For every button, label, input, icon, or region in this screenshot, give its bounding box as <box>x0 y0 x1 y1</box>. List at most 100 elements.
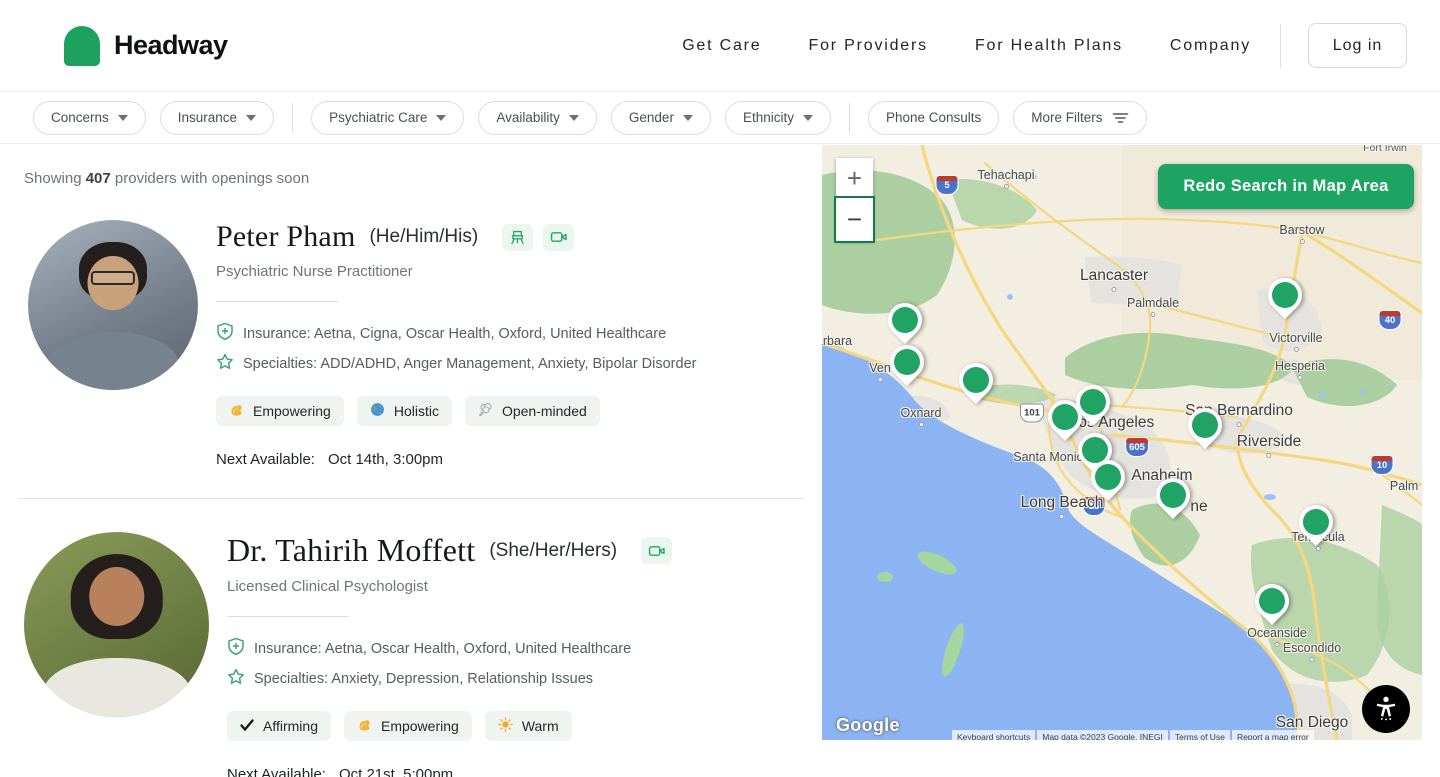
map-label-barstow: Barstow <box>1279 223 1324 237</box>
provider-card-peter-pham[interactable]: Peter Pham (He/Him/His) Psychiatric Nurse … <box>24 220 822 468</box>
results-count-suffix: providers with openings soon <box>115 170 309 187</box>
interstate-shield-10: 10 <box>1371 455 1394 475</box>
provider-name[interactable]: Peter Pham <box>216 220 355 254</box>
nav-for-health-plans[interactable]: For Health Plans <box>975 37 1123 55</box>
google-logo[interactable]: Google <box>836 715 900 736</box>
badge-label: Holistic <box>394 403 439 419</box>
provider-results: Showing 407 providers with openings soon… <box>0 144 822 777</box>
specialties-row: Specialties: Anxiety, Depression, Relati… <box>227 668 672 690</box>
globe-icon <box>370 402 385 420</box>
brand[interactable]: Headway <box>64 26 228 66</box>
map-label-victorville: Victorville <box>1269 331 1322 345</box>
map-label-long-beach: Long Beach <box>1021 494 1104 512</box>
next-available-time: Oct 14th, 3:00pm <box>328 451 443 468</box>
specialties-text: Specialties: ADD/ADHD, Anger Management,… <box>243 356 696 372</box>
provider-photo[interactable] <box>28 220 198 390</box>
brand-name: Headway <box>114 30 228 61</box>
badge-holistic: Holistic <box>357 396 452 426</box>
attribution-map-data-2023-google-inegi[interactable]: Map data ©2023 Google, INEGI <box>1037 730 1168 740</box>
filter-group-divider <box>292 103 293 133</box>
town-dot <box>1298 375 1303 380</box>
map-attribution: Keyboard shortcutsMap data ©2023 Google,… <box>952 730 1422 740</box>
attribution-report-a-map-error[interactable]: Report a map error <box>1232 730 1314 740</box>
caret-down-icon <box>118 115 128 121</box>
accessibility-icon <box>1372 694 1400 725</box>
caret-down-icon <box>246 115 256 121</box>
caret-down-icon <box>803 115 813 121</box>
next-available-label: Next Available: <box>227 766 326 777</box>
chair-icon[interactable] <box>502 224 533 251</box>
redo-search-button[interactable]: Redo Search in Map Area <box>1158 164 1414 209</box>
town-dot <box>1300 239 1305 244</box>
filter-ethnicity[interactable]: Ethnicity <box>725 101 831 135</box>
caret-down-icon <box>436 115 446 121</box>
filter-phone-consults[interactable]: Phone Consults <box>868 101 999 135</box>
provider-card-dr-tahirih-moffett[interactable]: Dr. Tahirih Moffett(She/Her/Hers)License… <box>24 532 822 777</box>
session-type-chips <box>641 537 672 564</box>
badge-affirming: Affirming <box>227 711 331 741</box>
next-available-label: Next Available: <box>216 451 315 468</box>
map-label-riverside: Riverside <box>1237 433 1302 451</box>
next-available-time: Oct 21st, 5:00pm <box>339 766 453 777</box>
provider-list: Peter Pham (He/Him/His) Psychiatric Nurse … <box>24 220 822 777</box>
filter-bar: Concerns Insurance Psychiatric Care Availab… <box>0 92 1440 144</box>
badge-label: Open-minded <box>502 403 587 419</box>
filter-label: Phone Consults <box>886 110 981 125</box>
zoom-in-button[interactable]: + <box>836 158 873 198</box>
town-dot <box>1316 546 1321 551</box>
nav-get-care[interactable]: Get Care <box>682 37 761 55</box>
provider-pronouns: (He/Him/His) <box>369 226 478 248</box>
thought-balloon-icon <box>478 402 493 420</box>
badge-open-minded: Open-minded <box>465 396 600 426</box>
trait-badges: Empowering Holistic Open-minded <box>216 396 696 426</box>
filter-concerns[interactable]: Concerns <box>33 101 146 135</box>
map-label-oxnard: Oxnard <box>901 406 942 420</box>
insurance-row: Insurance: Aetna, Cigna, Oscar Health, O… <box>216 322 696 345</box>
filter-group-divider <box>849 103 850 133</box>
map-panel[interactable]: 5401016051015 Fort IrwinTehachapiLancast… <box>822 145 1422 740</box>
town-dot <box>919 422 924 427</box>
caret-down-icon <box>569 115 579 121</box>
sun-icon <box>498 717 513 735</box>
trait-badges: AffirmingEmpoweringWarm <box>227 711 672 741</box>
filter-insurance[interactable]: Insurance <box>160 101 274 135</box>
badge-warm: Warm <box>485 711 572 741</box>
provider-name[interactable]: Dr. Tahirih Moffett <box>227 532 475 569</box>
badge-label: Empowering <box>253 403 331 419</box>
site-header: Headway Get Care For Providers For Health … <box>0 0 1440 92</box>
next-available-row: Next Available: Oct 21st, 5:00pm <box>227 766 672 777</box>
card-rule <box>216 301 338 302</box>
login-button[interactable]: Log in <box>1308 23 1407 68</box>
video-icon[interactable] <box>543 224 574 251</box>
filter-availability[interactable]: Availability <box>478 101 597 135</box>
nav-company[interactable]: Company <box>1170 37 1251 55</box>
provider-photo[interactable] <box>24 532 209 717</box>
interstate-shield-605: 605 <box>1125 437 1149 457</box>
map-label-palmdale: Palmdale <box>1127 296 1179 310</box>
us-route-shield-101: 101 <box>1020 404 1044 423</box>
zoom-out-button[interactable]: − <box>836 198 873 241</box>
check-icon <box>240 718 254 734</box>
provider-title: Psychiatric Nurse Practitioner <box>216 263 696 280</box>
town-dot <box>1293 347 1298 352</box>
muscle-icon <box>229 403 244 420</box>
video-icon[interactable] <box>641 537 672 564</box>
map-label-hesperia: Hesperia <box>1275 359 1325 373</box>
nav-for-providers[interactable]: For Providers <box>809 37 928 55</box>
nav-divider <box>1280 24 1281 68</box>
map-label-fort-irwin: Fort Irwin <box>1363 145 1407 154</box>
provider-pronouns: (She/Her/Hers) <box>489 540 617 562</box>
filter-more-filters[interactable]: More Filters <box>1013 101 1146 135</box>
provider-details: Dr. Tahirih Moffett(She/Her/Hers)License… <box>227 532 672 777</box>
filter-psychiatric-care[interactable]: Psychiatric Care <box>311 101 464 135</box>
accessibility-widget-button[interactable] <box>1362 685 1410 733</box>
filter-gender[interactable]: Gender <box>611 101 711 135</box>
attribution-keyboard-shortcuts[interactable]: Keyboard shortcuts <box>952 730 1035 740</box>
muscle-icon <box>357 718 372 735</box>
provider-details: Peter Pham (He/Him/His) Psychiatric Nurse … <box>216 220 696 468</box>
town-dot <box>1060 514 1065 519</box>
headway-logo-icon <box>64 26 100 66</box>
session-type-chips <box>502 224 574 251</box>
card-rule <box>227 616 349 617</box>
attribution-terms-of-use[interactable]: Terms of Use <box>1170 730 1230 740</box>
